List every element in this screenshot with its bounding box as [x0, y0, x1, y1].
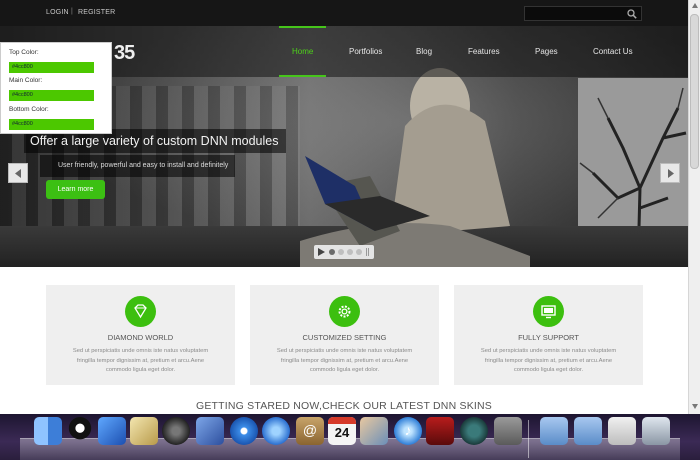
nav-active-indicator: [279, 26, 326, 28]
top-separator: |: [71, 8, 73, 15]
dashboard-icon[interactable]: [162, 417, 190, 445]
nav-pages[interactable]: Pages: [535, 47, 558, 56]
diamond-icon: [134, 304, 147, 319]
section-heading: GETTING STARED NOW,CHECK OUR LATEST DNN …: [195, 400, 493, 412]
bottom-color-label: Bottom Color:: [9, 106, 49, 113]
feature-card: FULLY SUPPORT Sed ut perspiciatis unde o…: [454, 285, 643, 385]
feature-icon-badge: [329, 296, 360, 327]
downloads-icon[interactable]: [608, 417, 636, 445]
feature-title: CUSTOMIZED SETTING: [302, 333, 387, 342]
mail-stamp-icon[interactable]: [196, 417, 224, 445]
main-color-input[interactable]: #4cc800: [9, 90, 94, 101]
scroll-down-arrow-icon[interactable]: [691, 402, 699, 410]
nav-blog[interactable]: Blog: [416, 47, 432, 56]
address-book-icon[interactable]: @: [296, 417, 324, 445]
top-color-label: Top Color:: [9, 49, 39, 56]
nav-active-underline: [279, 75, 326, 77]
color-settings-panel: Top Color: #4cc800 Main Color: #4cc800 B…: [0, 42, 112, 134]
page-scrollbar[interactable]: [688, 0, 700, 414]
play-icon[interactable]: [318, 248, 325, 256]
site-logo[interactable]: 35: [114, 42, 135, 65]
slider-dot[interactable]: [338, 249, 344, 255]
qq-icon[interactable]: [66, 417, 94, 445]
feature-icon-badge: [533, 296, 564, 327]
photo-booth-icon[interactable]: [426, 417, 454, 445]
documents-folder-icon[interactable]: [574, 417, 602, 445]
gear-icon: [338, 305, 351, 318]
main-color-label: Main Color:: [9, 77, 43, 84]
search-input[interactable]: [528, 8, 624, 19]
slider-dot[interactable]: [329, 249, 335, 255]
slider-pagination: [314, 245, 374, 259]
feature-title: FULLY SUPPORT: [518, 333, 579, 342]
safari-icon[interactable]: [230, 417, 258, 445]
slider-next-button[interactable]: [660, 163, 680, 183]
nav-home[interactable]: Home: [292, 47, 313, 56]
register-link[interactable]: REGISTER: [78, 9, 115, 16]
chevron-right-icon: [668, 169, 674, 178]
dock-divider: [528, 420, 529, 458]
finder-icon[interactable]: [34, 417, 62, 445]
scroll-up-arrow-icon[interactable]: [691, 2, 699, 10]
applications-folder-icon[interactable]: [540, 417, 568, 445]
search-box: [524, 6, 642, 21]
bottom-color-input[interactable]: #4cc800: [9, 119, 94, 130]
slider-prev-button[interactable]: [8, 163, 28, 183]
slider-grip-icon: [366, 248, 370, 256]
learn-more-button[interactable]: Learn more: [46, 180, 105, 199]
feature-card: DIAMOND WORLD Sed ut perspiciatis unde o…: [46, 285, 235, 385]
search-icon[interactable]: [627, 9, 637, 19]
photo-icon[interactable]: [360, 417, 388, 445]
monitor-icon: [541, 305, 556, 319]
xcode-icon[interactable]: [98, 417, 126, 445]
feature-icon-badge: [125, 296, 156, 327]
facetime-icon[interactable]: [262, 417, 290, 445]
slide-subtitle: User friendly, powerful and easy to inst…: [40, 155, 235, 177]
system-preferences-icon[interactable]: [494, 417, 522, 445]
feature-description: Sed ut perspiciatis unde omnis iste natu…: [72, 348, 209, 373]
feature-description: Sed ut perspiciatis unde omnis iste natu…: [276, 348, 413, 373]
calendar-icon[interactable]: 24: [328, 417, 356, 445]
itunes-icon[interactable]: ♪: [394, 417, 422, 445]
login-link[interactable]: LOGIN: [46, 9, 69, 16]
nav-features[interactable]: Features: [468, 47, 500, 56]
at-sign: @: [302, 422, 318, 438]
scroll-thumb[interactable]: [690, 14, 699, 169]
music-note: ♪: [404, 422, 412, 438]
calendar-header: [328, 417, 356, 424]
feature-description: Sed ut perspiciatis unde omnis iste natu…: [480, 348, 617, 373]
slider-dot[interactable]: [356, 249, 362, 255]
slider-dot[interactable]: [347, 249, 353, 255]
nav-portfolios[interactable]: Portfolios: [349, 47, 382, 56]
feature-title: DIAMOND WORLD: [107, 333, 174, 342]
preview-icon[interactable]: [130, 417, 158, 445]
trash-icon[interactable]: [642, 417, 670, 445]
top-color-input[interactable]: #4cc800: [9, 62, 94, 73]
nav-contact-us[interactable]: Contact Us: [593, 47, 633, 56]
time-machine-icon[interactable]: [460, 417, 488, 445]
chevron-left-icon: [15, 169, 21, 178]
feature-card: CUSTOMIZED SETTING Sed ut perspiciatis u…: [250, 285, 439, 385]
calendar-day: 24: [334, 425, 350, 440]
